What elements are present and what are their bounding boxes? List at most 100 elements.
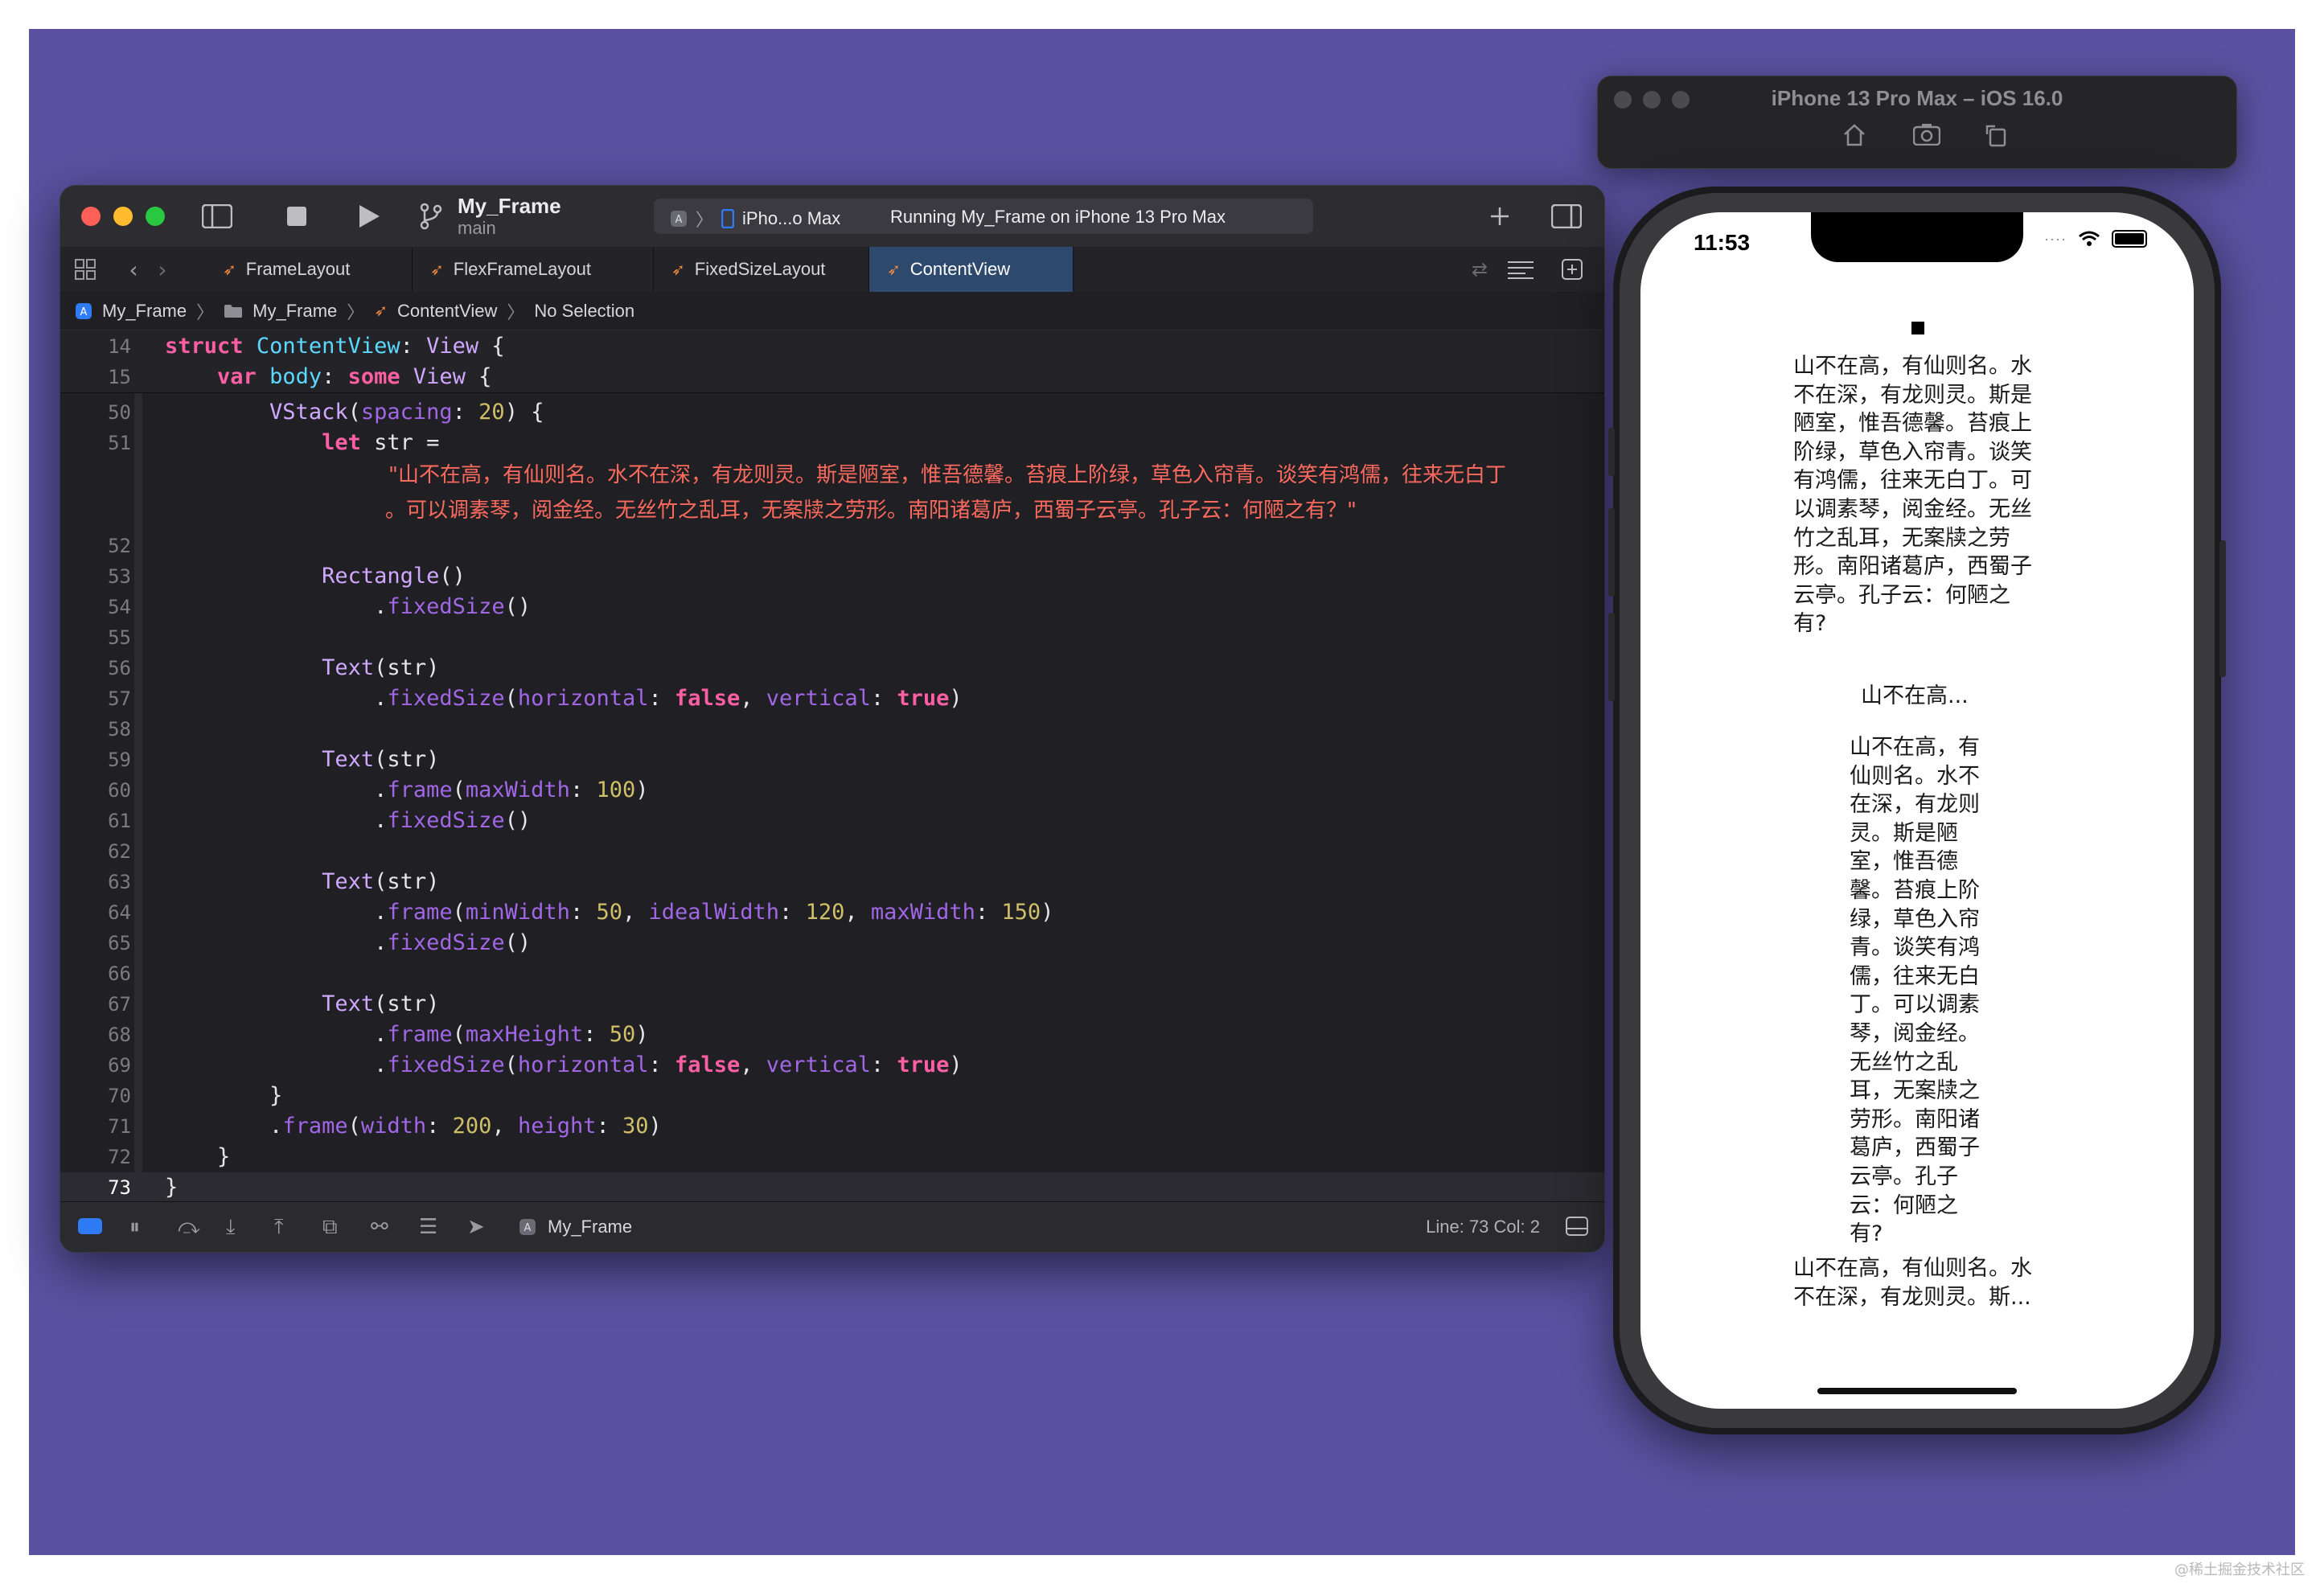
view-hierarchy-icon[interactable]: ⧉ bbox=[322, 1215, 338, 1240]
run-destination[interactable]: A 〉 iPho...o Max bbox=[670, 206, 840, 232]
chevron-right-icon: 〉 bbox=[696, 210, 714, 230]
code-line: 57 .fixedSize(horizontal: false, vertica… bbox=[108, 686, 963, 711]
tab-label: FixedSizeLayout bbox=[694, 259, 826, 279]
fixed-size-rectangle bbox=[1911, 322, 1924, 334]
tab-fixedsizelayout[interactable]: ➶ FixedSizeLayout bbox=[654, 247, 869, 292]
code-line: 54 .fixedSize() bbox=[108, 594, 532, 619]
iphone-device: 11:53 ···· 山不在高，有仙则名。水不在深，有龙则灵。斯是陋室，惟吾德馨… bbox=[1608, 187, 2226, 1434]
home-icon[interactable] bbox=[1842, 123, 1866, 154]
swift-file-icon: ➶ bbox=[223, 261, 236, 279]
code-line: 58 bbox=[108, 718, 131, 741]
tab-contentview[interactable]: ➶ ContentView bbox=[869, 247, 1074, 292]
status-time: 11:53 bbox=[1694, 230, 1751, 255]
breadcrumb-project[interactable]: My_Frame bbox=[102, 301, 187, 322]
tab-framelayout[interactable]: ➶ FrameLayout bbox=[205, 247, 413, 292]
code-line: 15 var body: some View { bbox=[60, 362, 1604, 393]
watermark: @稀土掘金技术社区 bbox=[2174, 1561, 2305, 1578]
code-line: 51 let str = bbox=[108, 430, 440, 455]
svg-text:A: A bbox=[675, 214, 683, 226]
grid-icon[interactable] bbox=[72, 252, 99, 287]
add-icon[interactable] bbox=[1484, 199, 1516, 234]
tab-label: FrameLayout bbox=[245, 259, 351, 279]
text-max-height-50: 山不在高，有仙则名。水不在深，有龙则灵。斯... bbox=[1793, 1256, 2032, 1310]
tab-flexframelayout[interactable]: ➶ FlexFrameLayout bbox=[413, 247, 654, 292]
code-line: 59 Text(str) bbox=[108, 747, 440, 772]
signal-icon: ···· bbox=[2044, 230, 2067, 247]
run-icon[interactable] bbox=[351, 199, 387, 234]
add-editor-icon[interactable] bbox=[1556, 252, 1588, 287]
code-line: 68 .frame(maxHeight: 50) bbox=[108, 1022, 649, 1047]
svg-text:A: A bbox=[524, 1222, 532, 1234]
panel-toggle-icon[interactable] bbox=[1566, 1217, 1588, 1240]
related-items-icon[interactable]: ⇄ bbox=[1466, 252, 1493, 287]
environment-overrides-icon[interactable]: ☰ bbox=[419, 1215, 437, 1239]
chevron-right-icon: 〉 bbox=[507, 302, 525, 322]
code-line: 61 .fixedSize() bbox=[108, 808, 532, 833]
mute-switch[interactable] bbox=[1608, 428, 1615, 476]
svg-text:A: A bbox=[80, 306, 88, 318]
text-fixed-vertical: 山不在高，有仙则名。水不在深，有龙则灵。斯是陋室，惟吾德馨。苔痕上阶绿，草色入帘… bbox=[1793, 354, 2032, 637]
pause-icon[interactable]: ⏸ bbox=[129, 1215, 140, 1240]
home-indicator[interactable] bbox=[1817, 1388, 2017, 1394]
xcode-toolbar: My_Frame main A 〉 iPho...o Max Running M… bbox=[60, 186, 1604, 248]
volume-down-button[interactable] bbox=[1608, 613, 1615, 701]
breadcrumb: A My_Frame 〉 My_Frame 〉 ➶ ContentView 〉 … bbox=[60, 292, 1604, 330]
iphone-icon bbox=[721, 209, 735, 228]
inspector-toggle-icon[interactable] bbox=[1546, 199, 1587, 234]
project-name[interactable]: My_Frame bbox=[458, 194, 561, 219]
activity-view[interactable]: A 〉 iPho...o Max Running My_Frame on iPh… bbox=[654, 199, 1313, 234]
location-icon[interactable]: ➤ bbox=[467, 1215, 485, 1239]
code-line: 66 bbox=[108, 962, 131, 985]
breadcrumb-selection[interactable]: No Selection bbox=[534, 301, 634, 322]
memory-graph-icon[interactable]: ⚯ bbox=[371, 1215, 388, 1239]
string-literal-line-1: "山不在高，有仙则名。水不在深，有龙则灵。斯是陋室，惟吾德馨。苔痕上阶绿，草色入… bbox=[388, 463, 1506, 487]
destination-label: iPho...o Max bbox=[742, 208, 841, 228]
code-line: 63 Text(str) bbox=[108, 869, 440, 894]
debug-bar: ⏸ ⤼ ⤓ ⤒ ⧉ ⚯ ☰ ➤ A My_Frame Line: 73 Col:… bbox=[60, 1201, 1604, 1252]
step-over-icon[interactable]: ⤼ bbox=[178, 1215, 200, 1240]
string-literal-line-2: 。可以调素琴，阅金经。无丝竹之乱耳，无案牍之劳形。南阳诸葛庐，西蜀子云亭。孔子云… bbox=[385, 499, 1357, 523]
text-truncated: 山不在高... bbox=[1861, 683, 1969, 708]
stop-icon[interactable] bbox=[279, 199, 314, 234]
power-button[interactable] bbox=[2219, 540, 2226, 677]
minimize-window-button[interactable] bbox=[113, 207, 133, 226]
volume-up-button[interactable] bbox=[1608, 508, 1615, 597]
cursor-position: Line: 73 Col: 2 bbox=[1426, 1217, 1540, 1237]
app-icon: A bbox=[76, 302, 92, 319]
code-line: 70 } bbox=[108, 1083, 283, 1108]
simulator-title-bar: iPhone 13 Pro Max – iOS 16.0 bbox=[1597, 76, 2237, 169]
zoom-window-button[interactable] bbox=[146, 207, 165, 226]
branch-icon[interactable] bbox=[413, 199, 448, 234]
process-name[interactable]: My_Frame bbox=[548, 1217, 632, 1237]
status-icons: ···· bbox=[2044, 230, 2147, 248]
back-chevron-icon[interactable]: ‹ bbox=[121, 252, 146, 287]
step-out-icon[interactable]: ⤒ bbox=[274, 1215, 284, 1240]
editor-options-icon[interactable] bbox=[1505, 252, 1537, 287]
debug-area-toggle-icon[interactable] bbox=[78, 1218, 102, 1234]
code-line: 50 VStack(spacing: 20) { bbox=[108, 400, 544, 425]
code-editor[interactable]: 14 struct ContentView: View { 15 var body… bbox=[60, 331, 1604, 1203]
forward-chevron-icon[interactable]: › bbox=[150, 252, 175, 287]
wifi-icon bbox=[2079, 231, 2100, 246]
breadcrumb-file[interactable]: ContentView bbox=[397, 301, 497, 322]
rotate-icon[interactable] bbox=[1984, 123, 2008, 154]
swift-file-icon: ➶ bbox=[671, 261, 685, 279]
app-icon: A bbox=[519, 1219, 536, 1235]
screenshot-icon[interactable] bbox=[1912, 123, 1941, 152]
breadcrumb-folder[interactable]: My_Frame bbox=[253, 301, 337, 322]
code-line: 64 .frame(minWidth: 50, idealWidth: 120,… bbox=[108, 900, 1054, 925]
code-line: 69 .fixedSize(horizontal: false, vertica… bbox=[108, 1053, 963, 1077]
text-max-width-100: 山不在高，有仙则名。水不在深，有龙则灵。斯是陋室，惟吾德馨。苔痕上阶绿，草色入帘… bbox=[1850, 735, 1980, 1247]
step-into-icon[interactable]: ⤓ bbox=[226, 1215, 236, 1240]
code-line: 52 bbox=[108, 535, 131, 557]
sidebar-toggle-icon[interactable] bbox=[197, 199, 237, 234]
code-line: 14 struct ContentView: View { bbox=[60, 331, 1604, 362]
close-window-button[interactable] bbox=[81, 207, 101, 226]
code-line: 53 Rectangle() bbox=[108, 564, 466, 589]
code-line-current: 73} bbox=[60, 1172, 1604, 1203]
notch bbox=[1811, 212, 2023, 262]
code-line: 60 .frame(maxWidth: 100) bbox=[108, 778, 649, 802]
tab-label: FlexFrameLayout bbox=[453, 259, 591, 279]
activity-status: Running My_Frame on iPhone 13 Pro Max bbox=[890, 207, 1226, 227]
phone-screen[interactable]: 11:53 ···· 山不在高，有仙则名。水不在深，有龙则灵。斯是陋室，惟吾德馨… bbox=[1640, 212, 2194, 1409]
